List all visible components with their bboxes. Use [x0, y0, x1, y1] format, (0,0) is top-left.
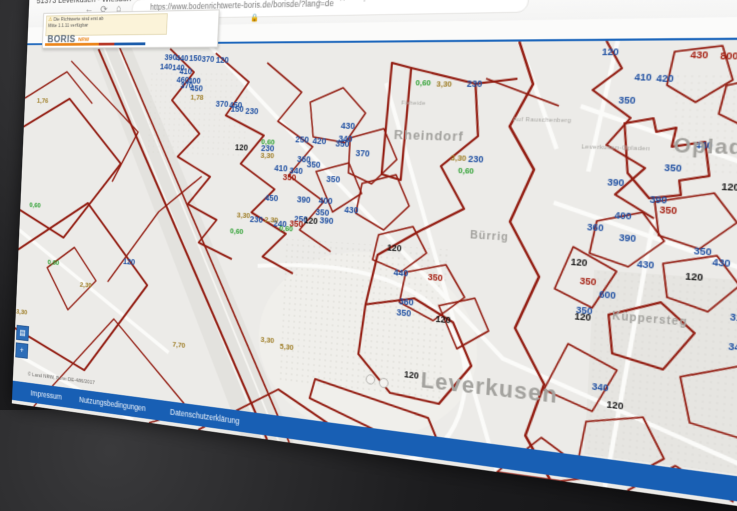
land-value-label: 0,60	[230, 226, 244, 235]
land-value-label: 120	[387, 242, 402, 253]
land-value-label: 3,30	[237, 210, 251, 219]
footer-link-2[interactable]: Nutzungsbedingungen	[79, 395, 146, 413]
land-value-label: 340	[592, 381, 609, 394]
land-value-label: 1,76	[37, 96, 49, 104]
menu-dots-icon[interactable]: ⋮	[360, 0, 370, 4]
download-icon[interactable]: ⤓	[317, 0, 322, 4]
land-value-label: 230	[250, 214, 264, 224]
land-value-label: 340	[728, 341, 737, 354]
land-value-label: 350	[335, 138, 350, 148]
land-value-label: 430	[637, 258, 655, 270]
footer-link-1[interactable]: Impressum	[30, 388, 62, 401]
land-value-label: 310	[730, 311, 737, 324]
browser-window: ← ⟳ ⌂ 🔒 https://www.bodenrichtwerte-bori…	[12, 0, 737, 511]
land-value-label: 230	[245, 106, 259, 116]
land-value-label: 350	[326, 174, 340, 185]
land-value-label: 120	[435, 314, 451, 326]
land-value-label: 430	[341, 121, 356, 131]
land-value-label: 150	[231, 104, 244, 114]
land-value-label: 350	[579, 275, 596, 287]
land-value-label: 350	[693, 245, 712, 257]
land-value-label: 390	[607, 177, 625, 189]
map-control-button-2[interactable]: +	[15, 342, 28, 358]
land-value-label: 600	[599, 289, 616, 301]
land-value-label: 390	[297, 194, 311, 205]
land-value-label: 250	[295, 134, 309, 144]
place-label: Rheindorf	[394, 126, 465, 143]
land-value-label: 350	[618, 95, 636, 106]
land-value-label: 370	[355, 148, 370, 159]
land-value-label: 140	[160, 62, 173, 71]
land-value-label: 440	[176, 53, 189, 62]
land-value-label: 370	[201, 54, 214, 64]
land-value-label: 400	[319, 195, 333, 206]
place-label: Auf Rauschenberg	[513, 117, 572, 125]
land-value-label: 120	[602, 46, 619, 57]
land-value-label: 350	[396, 307, 411, 318]
land-value-label: 420	[656, 73, 674, 84]
land-value-label: 0,60	[47, 257, 59, 266]
warning-icon: ⚠	[48, 17, 52, 22]
place-label: Bürrig	[470, 229, 509, 244]
land-value-label: 400	[614, 210, 632, 222]
land-value-label: 430	[712, 257, 731, 269]
place-label: Opladen	[673, 134, 737, 162]
boris-logo-panel: ⚠ Die Richtwerte sind erst ab Mitte 1.1.…	[42, 9, 220, 48]
land-value-label: 440	[393, 267, 408, 278]
lock-icon: 🔒	[250, 13, 259, 22]
land-value-label: 430	[344, 205, 359, 216]
land-value-label: 390	[319, 215, 333, 226]
land-value-label: 3,30	[260, 150, 274, 159]
land-value-label: 120	[721, 181, 737, 193]
land-value-label: 350	[659, 204, 677, 216]
land-value-label: 0,60	[261, 137, 275, 146]
land-value-label: 350	[282, 172, 296, 182]
land-value-label: 420	[312, 136, 326, 146]
land-value-label: 120	[570, 256, 587, 268]
land-value-label: 120	[404, 369, 419, 381]
land-value-label: 120	[304, 215, 318, 226]
land-value-label: 7,70	[172, 339, 185, 349]
land-value-label: 0,60	[279, 223, 293, 233]
star-icon[interactable]: ☆	[338, 0, 347, 4]
land-value-label: 350	[428, 272, 444, 283]
land-value-label: 3,30	[450, 153, 466, 163]
land-value-label: 3,30	[16, 307, 28, 316]
land-value-label: 2,30	[80, 280, 92, 289]
land-value-label: 360	[399, 296, 414, 307]
land-value-label: 3,30	[436, 79, 452, 88]
land-value-label: 150	[189, 53, 202, 62]
land-value-label: 120	[123, 257, 135, 267]
land-value-label: 350	[664, 162, 682, 174]
land-value-label: 0,60	[415, 78, 431, 87]
disclaimer-tooltip: ⚠ Die Richtwerte sind erst ab Mitte 1.1.…	[45, 13, 167, 36]
land-value-label: 3,30	[260, 334, 274, 344]
land-value-label: 410	[634, 72, 652, 83]
logo-color-strip	[45, 42, 145, 45]
land-value-label: 120	[574, 311, 591, 323]
land-value-label: 120	[216, 55, 229, 65]
land-value-label: 120	[685, 271, 703, 283]
land-value-label: 370	[215, 99, 228, 109]
land-value-label: 390	[619, 232, 637, 244]
land-value-label: 350	[307, 159, 321, 169]
land-value-label: 360	[587, 222, 604, 234]
land-value-label: 2,30	[264, 215, 278, 225]
disclaimer-line2: Mitte 1.1.11 verfügbar	[48, 22, 88, 28]
land-value-label: 230	[468, 154, 484, 165]
land-value-label: 0,60	[29, 200, 41, 209]
land-value-label: 5,30	[280, 341, 294, 351]
land-value-label: 1,78	[190, 92, 203, 101]
land-value-label: 450	[265, 193, 279, 203]
map-control-button-1[interactable]: ▤	[16, 325, 29, 341]
land-value-label: 230	[467, 78, 483, 89]
land-value-label: 430	[690, 49, 709, 60]
land-value-label: 120	[235, 142, 248, 152]
place-label: Fixheide	[401, 101, 426, 107]
land-value-label: 800	[720, 50, 737, 61]
land-value-label: 0,60	[458, 165, 474, 175]
